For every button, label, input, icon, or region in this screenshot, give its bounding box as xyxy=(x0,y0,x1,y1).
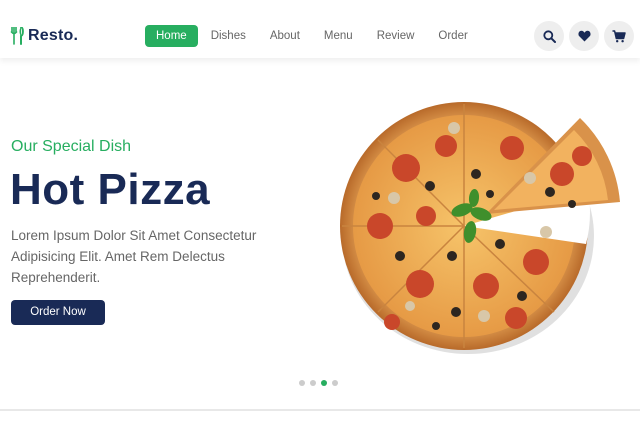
cart-icon xyxy=(612,29,626,43)
slider-dot-4[interactable] xyxy=(332,380,338,386)
heart-icon xyxy=(577,30,591,42)
cart-button[interactable] xyxy=(604,21,634,51)
logo[interactable]: Resto. xyxy=(10,23,78,49)
nav-home[interactable]: Home xyxy=(145,25,198,47)
nav-dishes[interactable]: Dishes xyxy=(200,25,257,47)
header-icons xyxy=(534,21,634,51)
pizza-image xyxy=(336,86,626,362)
slider-dot-1[interactable] xyxy=(299,380,305,386)
slider-dot-3[interactable] xyxy=(321,380,327,386)
search-icon xyxy=(542,29,556,43)
section-divider xyxy=(0,409,640,411)
main-nav: Home Dishes About Menu Review Order xyxy=(145,25,479,47)
nav-menu[interactable]: Menu xyxy=(313,25,364,47)
nav-order[interactable]: Order xyxy=(427,25,478,47)
hero-title: Hot Pizza xyxy=(10,165,211,214)
nav-about[interactable]: About xyxy=(259,25,311,47)
site-header: Resto. Home Dishes About Menu Review Ord… xyxy=(0,0,640,58)
favorites-button[interactable] xyxy=(569,21,599,51)
slider-pagination xyxy=(299,380,338,386)
logo-text: Resto. xyxy=(28,27,79,44)
order-now-button[interactable]: Order Now xyxy=(11,300,105,325)
utensils-icon xyxy=(10,27,25,45)
slider-dot-2[interactable] xyxy=(310,380,316,386)
hero-slide: Our Special Dish Hot Pizza Lorem Ipsum D… xyxy=(0,58,640,410)
nav-review[interactable]: Review xyxy=(366,25,426,47)
hero-description: Lorem Ipsum Dolor Sit Amet Consectetur A… xyxy=(11,228,257,285)
search-button[interactable] xyxy=(534,21,564,51)
hero-subtitle: Our Special Dish xyxy=(11,138,132,155)
